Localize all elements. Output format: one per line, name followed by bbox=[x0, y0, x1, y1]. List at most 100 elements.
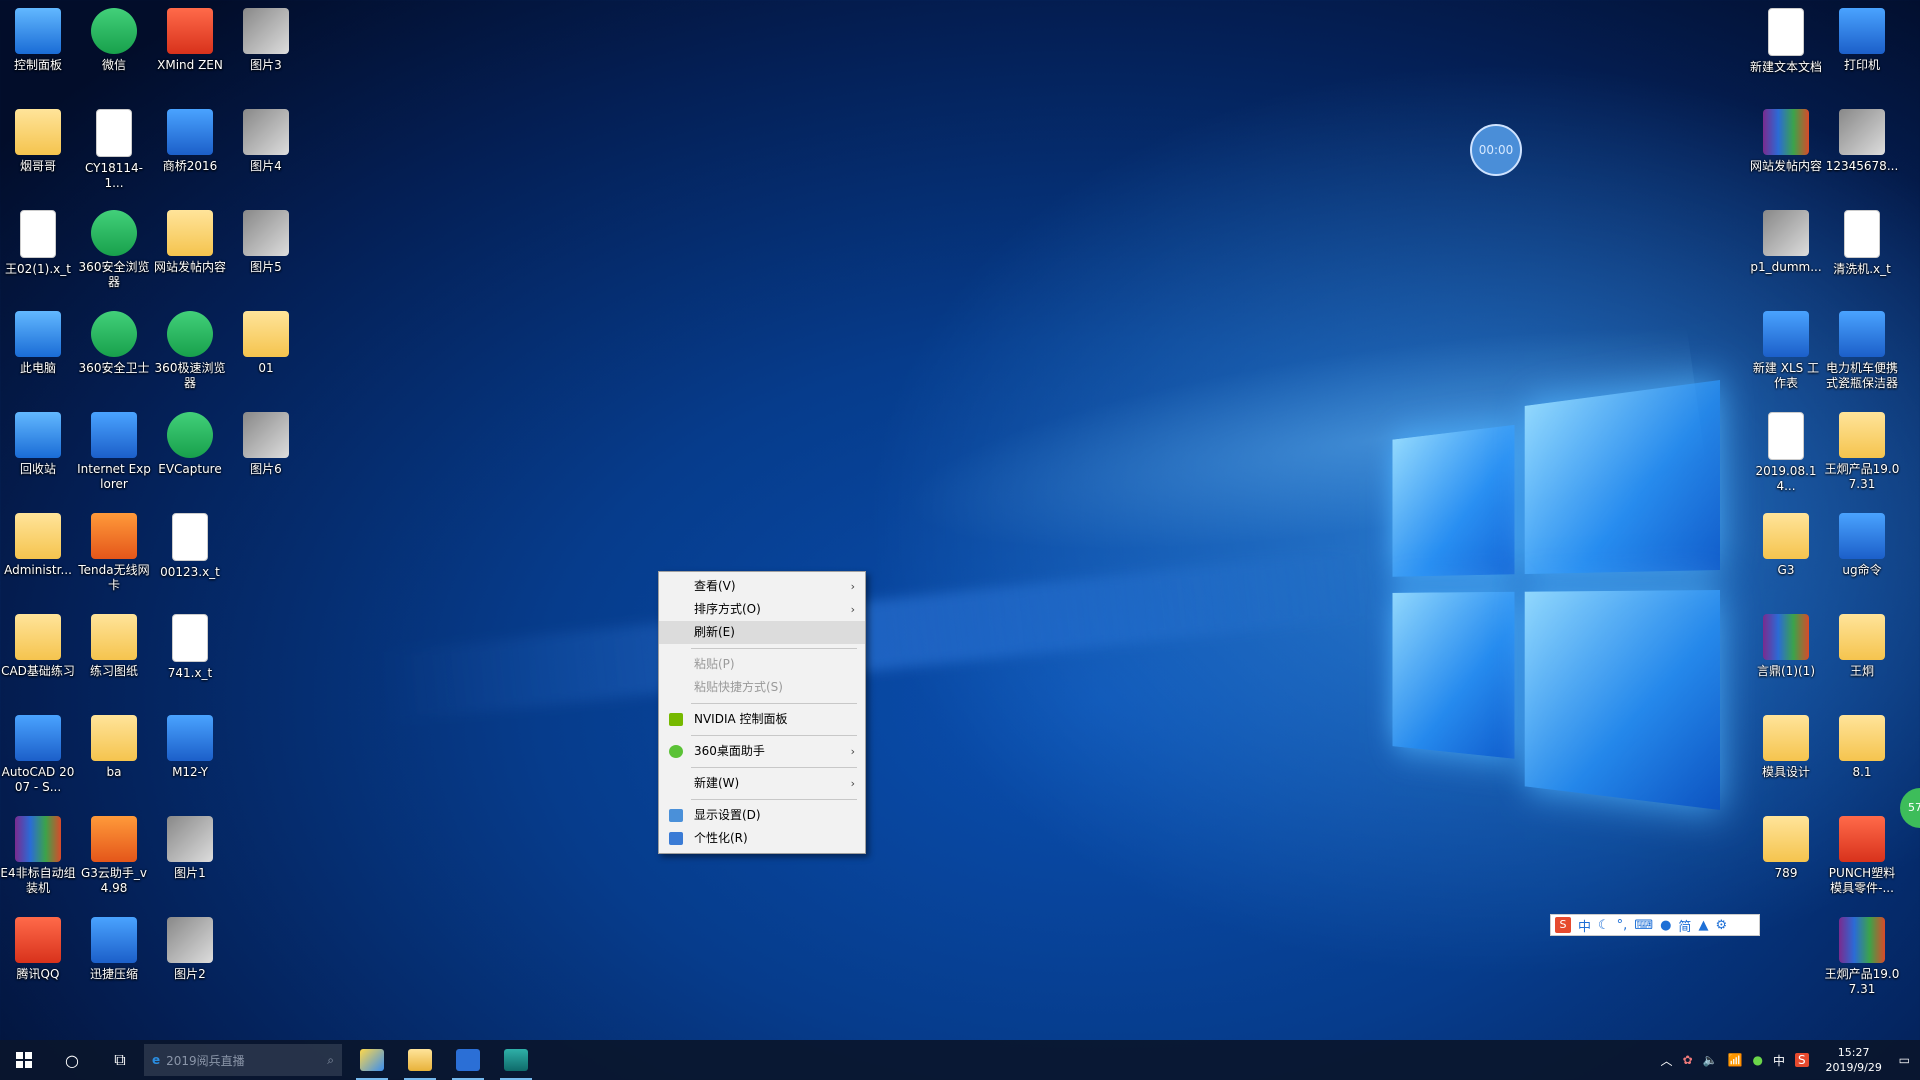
desktop-icon[interactable]: 2019.08.14... bbox=[1748, 412, 1824, 494]
desktop-icon[interactable]: 图片1 bbox=[152, 816, 228, 881]
desktop-icon[interactable]: 图片6 bbox=[228, 412, 304, 477]
desktop-icon[interactable]: 图片4 bbox=[228, 109, 304, 174]
desktop-icon[interactable]: 模具设计 bbox=[1748, 715, 1824, 780]
document-icon bbox=[172, 614, 208, 662]
context-menu-item[interactable]: NVIDIA 控制面板 bbox=[659, 708, 865, 731]
desktop-icon[interactable]: 789 bbox=[1748, 816, 1824, 881]
recording-timer-bubble[interactable]: 00:00 bbox=[1470, 124, 1522, 176]
tray-app-icon[interactable]: ✿ bbox=[1683, 1053, 1693, 1067]
input-language[interactable]: 中 bbox=[1773, 1052, 1785, 1069]
taskbar-app-autocad[interactable] bbox=[492, 1040, 540, 1080]
desktop-icon[interactable]: 微信 bbox=[76, 8, 152, 73]
desktop-icon[interactable]: 控制面板 bbox=[0, 8, 76, 73]
desktop-icon[interactable]: AutoCAD 2007 - S... bbox=[0, 715, 76, 795]
taskbar-search-box[interactable]: e 2019阅兵直播 ⌕ bbox=[144, 1044, 342, 1076]
desktop-icon[interactable]: 腾讯QQ bbox=[0, 917, 76, 982]
context-menu-item-label: 排序方式(O) bbox=[694, 602, 761, 616]
desktop-icon[interactable]: 图片3 bbox=[228, 8, 304, 73]
keyboard-icon[interactable]: ⌨ bbox=[1634, 918, 1653, 933]
desktop-icon[interactable]: 360安全浏览器 bbox=[76, 210, 152, 290]
desktop-icon-label: 12345678... bbox=[1825, 159, 1899, 173]
desktop-icon[interactable]: 图片5 bbox=[228, 210, 304, 275]
desktop-icon[interactable]: 741.x_t bbox=[152, 614, 228, 681]
start-button[interactable] bbox=[0, 1040, 48, 1080]
ime-toolbar[interactable]: S 中 ☾ °, ⌨ ● 简 ▲ ⚙ bbox=[1550, 914, 1760, 936]
desktop-icon[interactable]: 王炯产品19.07.31 bbox=[1824, 917, 1900, 997]
desktop-icon[interactable]: 回收站 bbox=[0, 412, 76, 477]
desktop-icon-label: CAD基础练习 bbox=[1, 664, 75, 678]
context-menu-item[interactable]: 显示设置(D) bbox=[659, 804, 865, 827]
image-file-icon bbox=[1763, 210, 1809, 256]
desktop-icon-label: 此电脑 bbox=[19, 361, 56, 375]
desktop-icon[interactable]: ba bbox=[76, 715, 152, 780]
desktop-icon[interactable]: 12345678... bbox=[1824, 109, 1900, 174]
desktop-icon[interactable]: 王02(1).x_t bbox=[0, 210, 76, 277]
desktop-icon[interactable]: XMind ZEN bbox=[152, 8, 228, 73]
skin-icon[interactable]: ▲ bbox=[1698, 918, 1708, 933]
action-center-icon[interactable]: ▭ bbox=[1899, 1053, 1910, 1067]
desktop-icon[interactable]: 图片2 bbox=[152, 917, 228, 982]
clock[interactable]: 15:27 2019/9/29 bbox=[1819, 1045, 1889, 1075]
moon-icon[interactable]: ☾ bbox=[1598, 918, 1610, 933]
desktop-icon[interactable]: 网站发帖内容 bbox=[1748, 109, 1824, 174]
side-floating-badge[interactable]: 57 bbox=[1900, 788, 1920, 828]
desktop-icon[interactable]: 王炯产品19.07.31 bbox=[1824, 412, 1900, 492]
desktop-icon-label: 图片4 bbox=[250, 159, 282, 173]
desktop-icon[interactable]: G3云助手_v4.98 bbox=[76, 816, 152, 896]
desktop-icon[interactable]: p1_dumm... bbox=[1748, 210, 1824, 275]
desktop-icon[interactable]: 王炯 bbox=[1824, 614, 1900, 679]
punctuation-icon[interactable]: °, bbox=[1617, 918, 1628, 933]
settings-icon[interactable]: ⚙ bbox=[1715, 918, 1727, 933]
desktop-icon[interactable]: Tenda无线网卡 bbox=[76, 513, 152, 593]
desktop-icon[interactable]: 电力机车便携式瓷瓶保洁器 bbox=[1824, 311, 1900, 391]
desktop-icon[interactable]: 网站发帖内容 bbox=[152, 210, 228, 275]
cortana-button[interactable]: ○ bbox=[48, 1040, 96, 1080]
desktop-icon[interactable]: 商桥2016 bbox=[152, 109, 228, 174]
360-tray-icon[interactable]: ● bbox=[1753, 1053, 1763, 1067]
volume-icon[interactable]: 🔈 bbox=[1703, 1053, 1718, 1067]
context-menu-item[interactable]: 排序方式(O) › bbox=[659, 598, 865, 621]
desktop-icon[interactable]: 360安全卫士 bbox=[76, 311, 152, 376]
taskbar-app-wps[interactable] bbox=[444, 1040, 492, 1080]
desktop-icon[interactable]: 8.1 bbox=[1824, 715, 1900, 780]
desktop-icon[interactable]: EVCapture bbox=[152, 412, 228, 477]
context-menu-item[interactable]: 新建(W) › bbox=[659, 772, 865, 795]
network-icon[interactable]: 📶 bbox=[1728, 1053, 1743, 1067]
desktop-icon[interactable]: 打印机 bbox=[1824, 8, 1900, 73]
context-menu-item[interactable]: 查看(V) › bbox=[659, 575, 865, 598]
chevron-up-icon[interactable]: ︿ bbox=[1661, 1052, 1673, 1069]
desktop-icon[interactable]: E4非标自动组装机 bbox=[0, 816, 76, 896]
context-menu-item[interactable]: 360桌面助手 › bbox=[659, 740, 865, 763]
user-icon[interactable]: ● bbox=[1660, 918, 1671, 933]
chevron-right-icon: › bbox=[850, 745, 855, 758]
desktop-icon[interactable]: PUNCH塑料模具零件-... bbox=[1824, 816, 1900, 896]
sogou-tray-icon[interactable]: S bbox=[1795, 1053, 1809, 1067]
desktop-icon[interactable]: ug命令 bbox=[1824, 513, 1900, 578]
desktop-icon[interactable]: 01 bbox=[228, 311, 304, 376]
desktop-icon[interactable]: 360极速浏览器 bbox=[152, 311, 228, 391]
desktop-icon[interactable]: 言鼎(1)(1) bbox=[1748, 614, 1824, 679]
desktop-icon[interactable]: 迅捷压缩 bbox=[76, 917, 152, 982]
desktop-icon[interactable]: CAD基础练习 bbox=[0, 614, 76, 679]
context-menu-item-label: 显示设置(D) bbox=[694, 808, 761, 822]
desktop-icon[interactable]: Internet Explorer bbox=[76, 412, 152, 492]
task-view-button[interactable]: ⧉ bbox=[96, 1040, 144, 1080]
desktop-icon[interactable]: CY18114-1... bbox=[76, 109, 152, 191]
desktop-icon[interactable]: 新建文本文档 bbox=[1748, 8, 1824, 75]
ime-mode-chinese[interactable]: 中 bbox=[1578, 916, 1591, 935]
desktop-icon[interactable]: M12-Y bbox=[152, 715, 228, 780]
desktop-icon[interactable]: G3 bbox=[1748, 513, 1824, 578]
desktop-icon[interactable]: 清洗机.x_t bbox=[1824, 210, 1900, 277]
desktop-icon[interactable]: 新建 XLS 工作表 bbox=[1748, 311, 1824, 391]
taskbar-app-bird[interactable] bbox=[348, 1040, 396, 1080]
context-menu-item[interactable]: 个性化(R) bbox=[659, 827, 865, 850]
taskbar-app-file-explorer[interactable] bbox=[396, 1040, 444, 1080]
desktop-icon[interactable]: 00123.x_t bbox=[152, 513, 228, 580]
desktop-icon[interactable]: 此电脑 bbox=[0, 311, 76, 376]
desktop-icon[interactable]: Administr... bbox=[0, 513, 76, 578]
desktop-icon-label: M12-Y bbox=[172, 765, 208, 779]
context-menu-item[interactable]: 刷新(E) bbox=[659, 621, 865, 644]
desktop-icon[interactable]: 烟哥哥 bbox=[0, 109, 76, 174]
ime-simplified[interactable]: 简 bbox=[1678, 916, 1691, 935]
desktop-icon[interactable]: 练习图纸 bbox=[76, 614, 152, 679]
